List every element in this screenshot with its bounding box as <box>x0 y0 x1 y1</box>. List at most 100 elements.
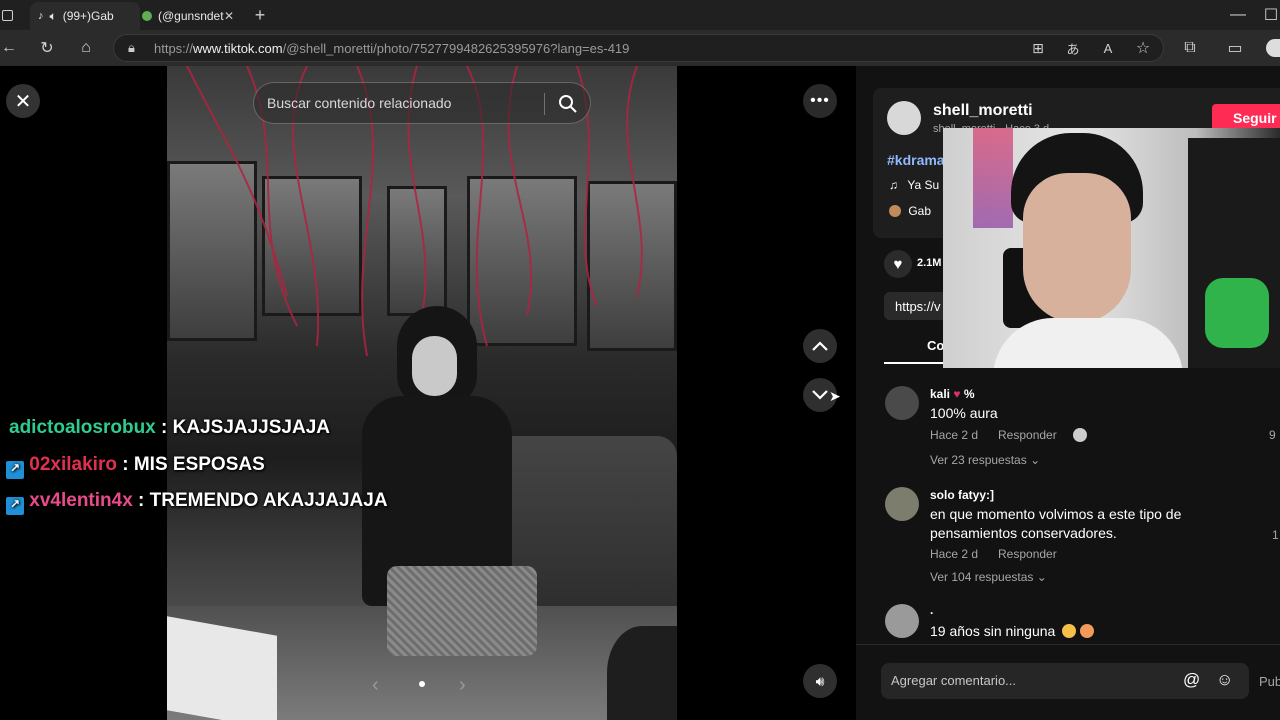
music-row[interactable]: ♫ Ya Su <box>889 178 939 192</box>
chat-user: adictoalosrobux <box>9 417 156 438</box>
emoji-picker-icon[interactable]: ☺ <box>1216 670 1233 690</box>
comment-text: 100% aura <box>930 405 998 421</box>
favorite-star-icon[interactable]: ☆ <box>1133 38 1153 58</box>
view-replies-button[interactable]: Ver 104 respuestas ⌄ <box>930 570 1047 584</box>
tab-comments[interactable]: Co <box>927 338 944 353</box>
chat-text: TREMENDO AKAJJAJAJA <box>149 490 388 511</box>
author-avatar[interactable] <box>887 101 921 135</box>
view-replies-label: Ver 23 respuestas <box>930 453 1027 467</box>
back-icon[interactable]: ← <box>0 38 18 58</box>
emoji-icon <box>889 205 901 217</box>
tiktok-icon: ♪ <box>38 10 44 22</box>
tab-gab[interactable]: ♪ 🔈︎ (99+)Gab <box>30 2 140 30</box>
commenter-avatar[interactable] <box>885 386 919 420</box>
close-icon[interactable]: ✕ <box>6 84 40 118</box>
chat-message: ↗ 02xilakiro : MIS ESPOSAS <box>6 454 265 479</box>
comment-input[interactable]: Agregar comentario... @ ☺ <box>881 663 1249 699</box>
prev-slide-icon[interactable]: ‹ <box>372 674 379 697</box>
comment-like-count: 1 <box>1272 528 1279 542</box>
webcam-overlay <box>943 128 1280 368</box>
read-aloud-icon[interactable]: A <box>1098 38 1118 58</box>
comment-text: 19 años sin ninguna <box>930 623 1095 639</box>
related-search-box[interactable]: Buscar contenido relacionado <box>253 82 591 124</box>
gab-row[interactable]: Gab <box>889 204 931 218</box>
gab-label: Gab <box>908 204 932 218</box>
translate-icon[interactable]: あ <box>1063 38 1083 58</box>
mention-icon[interactable]: @ <box>1183 670 1200 690</box>
comment-author[interactable]: solo fatyy:] <box>930 488 994 502</box>
comment-author[interactable]: . <box>930 603 933 617</box>
cast-icon[interactable]: ▭ <box>1224 38 1246 58</box>
comment-author-name: kali <box>930 387 951 401</box>
carousel-dot[interactable] <box>419 681 425 687</box>
volume-button[interactable]: 🔊︎ <box>803 664 837 698</box>
app-icon[interactable]: ⊞ <box>1028 38 1048 58</box>
author-username[interactable]: shell_moretti <box>933 102 1033 120</box>
view-replies-label: Ver 104 respuestas <box>930 570 1034 584</box>
next-slide-icon[interactable]: › <box>459 674 466 697</box>
speaker-icon[interactable]: 🔈︎ <box>50 9 57 24</box>
maximize-icon[interactable]: ☐ <box>1262 5 1280 25</box>
sidebar-toggle-icon[interactable] <box>0 7 14 23</box>
liked-by-creator-avatar <box>1073 428 1087 442</box>
chevron-down-icon: ⌄ <box>1030 453 1041 467</box>
tab-label: (@gunsndet <box>158 9 224 23</box>
close-tab-icon[interactable]: ✕ <box>224 9 234 23</box>
reply-button[interactable]: Responder <box>998 428 1057 442</box>
cat-mascot-icon <box>1205 278 1269 348</box>
url-prefix: https:// <box>154 40 194 56</box>
search-input[interactable]: Buscar contenido relacionado <box>267 95 451 111</box>
commenter-avatar[interactable] <box>885 604 919 638</box>
chevron-down-icon <box>812 390 828 400</box>
chat-user: xv4lentin4x <box>29 490 133 511</box>
new-tab-icon[interactable]: + <box>250 5 270 25</box>
chat-badge-icon: ↗ <box>6 461 24 479</box>
chat-sep: : <box>116 454 134 475</box>
reply-button[interactable]: Responder <box>998 547 1057 561</box>
tab-gunsndet[interactable]: (@gunsndet ✕ <box>138 2 240 30</box>
emoji-icon <box>1062 624 1077 638</box>
search-icon[interactable] <box>558 94 578 114</box>
post-photo[interactable]: Buscar contenido relacionado ‹ › <box>167 66 677 720</box>
emoji-icon <box>1080 624 1095 638</box>
chevron-up-icon <box>812 341 828 351</box>
music-note-icon: ♫ <box>889 178 898 192</box>
face <box>1023 173 1131 323</box>
previous-post-button[interactable] <box>803 329 837 363</box>
comment-time: Hace 2 d <box>930 547 979 561</box>
comment-like-count: 9 <box>1269 428 1276 442</box>
shirt <box>993 318 1183 368</box>
chat-badge-icon: ↗ <box>6 497 24 515</box>
url-host: www.tiktok.com <box>193 40 283 56</box>
music-title: Ya Su <box>907 178 940 192</box>
chat-user: 02xilakiro <box>29 454 117 475</box>
media-stage: ✕ Buscar contenido relacionado ‹ › ••• ➤… <box>0 66 856 720</box>
like-count: 2.1M <box>917 257 942 269</box>
chevron-down-icon: ⌄ <box>1036 570 1047 584</box>
comment-author-suffix: % <box>963 387 975 401</box>
comment-author[interactable]: kali ♥ % <box>930 387 975 401</box>
comment-text-body: 19 años sin ninguna <box>930 623 1056 639</box>
heart-emoji-icon: ♥ <box>953 387 961 401</box>
home-icon[interactable]: ⌂ <box>76 38 96 58</box>
reload-icon[interactable]: ↻ <box>37 38 57 58</box>
commenter-avatar[interactable] <box>885 487 919 521</box>
comment-placeholder: Agregar comentario... <box>891 673 1017 688</box>
browser-toolbar: ← ↻ ⌂ 🔒︎ https://www.tiktok.com/@shell_m… <box>0 30 1280 66</box>
chat-text: MIS ESPOSAS <box>133 454 265 475</box>
extensions-icon[interactable]: ⧉ <box>1180 38 1200 58</box>
input-divider <box>856 644 1280 645</box>
mouse-cursor-icon: ➤ <box>829 388 841 404</box>
profile-avatar[interactable] <box>1266 39 1280 57</box>
comment-time: Hace 2 d <box>930 428 979 442</box>
view-replies-button[interactable]: Ver 23 respuestas ⌄ <box>930 453 1040 467</box>
chat-message: ↗ xv4lentin4x : TREMENDO AKAJJAJAJA <box>6 490 388 515</box>
heart-icon[interactable]: ♥ <box>884 250 912 278</box>
url-path: /@shell_moretti/photo/752779948262539597… <box>282 40 630 56</box>
address-bar[interactable]: 🔒︎ https://www.tiktok.com/@shell_moretti… <box>113 34 1164 62</box>
speaker-icon: 🔊︎ <box>815 672 825 689</box>
more-options-icon[interactable]: ••• <box>803 84 837 118</box>
hashtag-link[interactable]: #kdrama <box>887 152 945 168</box>
minimize-icon[interactable]: — <box>1228 5 1248 25</box>
post-comment-button[interactable]: Pub <box>1259 674 1280 689</box>
